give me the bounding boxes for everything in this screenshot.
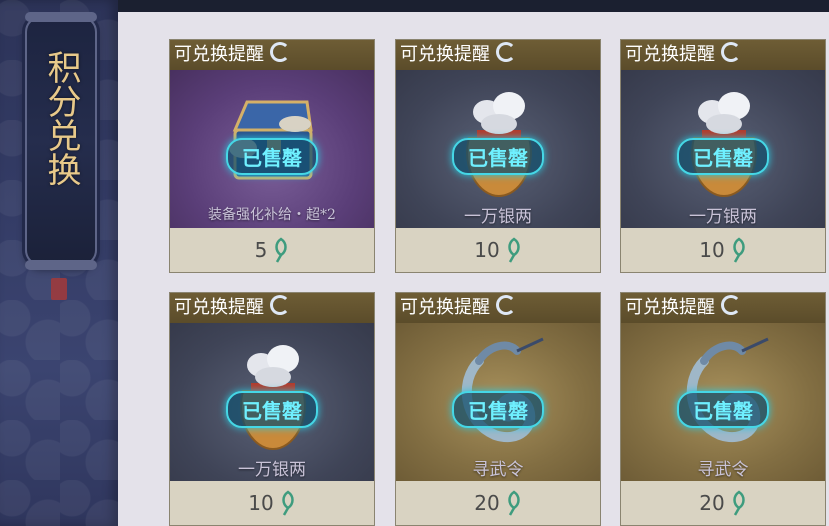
loading-icon xyxy=(270,42,290,62)
loading-icon xyxy=(270,295,290,315)
shop-item-card[interactable]: 可兑换提醒 已售罄 装备强化补给・超*2 5 xyxy=(169,39,375,273)
loading-icon xyxy=(496,42,516,62)
sold-out-badge: 已售罄 xyxy=(452,138,544,175)
price-value: 10 xyxy=(699,238,725,262)
price-value: 10 xyxy=(248,491,274,515)
reminder-label: 可兑换提醒 xyxy=(174,297,264,318)
sold-out-badge: 已售罄 xyxy=(677,138,769,175)
price-row: 20 xyxy=(621,481,825,525)
card-header: 可兑换提醒 xyxy=(621,293,825,323)
price-value: 20 xyxy=(699,491,725,515)
item-name: 装备强化补给・超*2 xyxy=(208,207,336,223)
item-name: 一万银两 xyxy=(238,460,306,480)
shop-item-card[interactable]: 可兑换提醒 已售罄 一万银两 10 xyxy=(620,39,826,273)
price-value: 10 xyxy=(474,238,500,262)
reminder-label: 可兑换提醒 xyxy=(400,297,490,318)
top-bar xyxy=(118,0,829,12)
item-image: 已售罄 一万银两 xyxy=(170,323,374,481)
jade-currency-icon xyxy=(507,237,520,263)
reminder-label: 可兑换提醒 xyxy=(174,44,264,65)
jade-currency-icon xyxy=(732,237,745,263)
sold-out-badge: 已售罄 xyxy=(677,391,769,428)
shop-item-card[interactable]: 可兑换提醒 已售罄 一万银两 10 xyxy=(169,292,375,526)
sidebar: 积分兑换 xyxy=(0,0,118,526)
reminder-label: 可兑换提醒 xyxy=(625,297,715,318)
item-image: 已售罄 一万银两 xyxy=(621,70,825,228)
card-header: 可兑换提醒 xyxy=(396,293,600,323)
price-row: 10 xyxy=(621,228,825,272)
sold-out-badge: 已售罄 xyxy=(226,138,318,175)
price-value: 5 xyxy=(254,238,268,262)
price-row: 10 xyxy=(396,228,600,272)
card-header: 可兑换提醒 xyxy=(621,40,825,70)
jade-currency-icon xyxy=(507,490,520,516)
loading-icon xyxy=(721,295,741,315)
item-image: 已售罄 一万银两 xyxy=(396,70,600,228)
jade-currency-icon xyxy=(281,490,294,516)
card-header: 可兑换提醒 xyxy=(170,40,374,70)
item-image: 已售罄 寻武令 xyxy=(396,323,600,481)
item-image: 已售罄 装备强化补给・超*2 xyxy=(170,70,374,228)
price-row: 20 xyxy=(396,481,600,525)
loading-icon xyxy=(721,42,741,62)
item-name: 寻武令 xyxy=(697,460,749,480)
price-row: 10 xyxy=(170,481,374,525)
card-header: 可兑换提醒 xyxy=(396,40,600,70)
item-name: 一万银两 xyxy=(689,207,757,227)
reminder-label: 可兑换提醒 xyxy=(400,44,490,65)
price-row: 5 xyxy=(170,228,374,272)
jade-currency-icon xyxy=(732,490,745,516)
jade-currency-icon xyxy=(275,237,288,263)
seal-icon xyxy=(51,278,67,300)
shop-item-card[interactable]: 可兑换提醒 已售罄 一万银两 10 xyxy=(395,39,601,273)
item-image: 已售罄 寻武令 xyxy=(621,323,825,481)
price-value: 20 xyxy=(474,491,500,515)
shop-grid: 可兑换提醒 已售罄 装备强化补给・超*2 5 可兑换提醒 已售罄 一万银两 10… xyxy=(118,0,829,526)
sold-out-badge: 已售罄 xyxy=(226,391,318,428)
item-name: 一万银两 xyxy=(464,207,532,227)
page-title: 积分兑换 xyxy=(41,50,81,186)
card-header: 可兑换提醒 xyxy=(170,293,374,323)
reminder-label: 可兑换提醒 xyxy=(625,44,715,65)
loading-icon xyxy=(496,295,516,315)
item-name: 寻武令 xyxy=(472,460,524,480)
shop-item-card[interactable]: 可兑换提醒 已售罄 寻武令 20 xyxy=(395,292,601,526)
title-scroll: 积分兑换 xyxy=(25,12,97,270)
sold-out-badge: 已售罄 xyxy=(452,391,544,428)
shop-item-card[interactable]: 可兑换提醒 已售罄 寻武令 20 xyxy=(620,292,826,526)
